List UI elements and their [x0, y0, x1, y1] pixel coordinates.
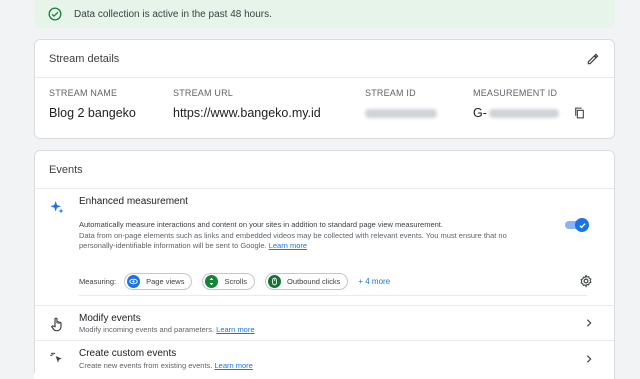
touch-hand-icon — [50, 317, 62, 332]
modify-learn-more-link[interactable]: Learn more — [216, 325, 254, 334]
enhanced-desc-line-3: personally-identifiable information will… — [79, 241, 549, 252]
divider — [79, 295, 587, 296]
custom-events-desc: Create new events from existing events. — [79, 361, 213, 370]
modify-events-title: Modify events — [79, 313, 141, 324]
measurement-id-field: MEASUREMENT ID G- — [473, 88, 586, 121]
stream-name-field: STREAM NAME Blog 2 bangeko — [49, 88, 173, 121]
custom-events-description: Create new events from existing events. … — [79, 361, 253, 372]
enhanced-learn-more-link[interactable]: Learn more — [269, 241, 307, 250]
chip-scrolls-label: Scrolls — [224, 276, 247, 286]
measurement-id-value: G- — [473, 105, 586, 121]
stream-details-title: Stream details — [49, 52, 120, 65]
click-cursor-icon — [50, 352, 62, 363]
events-title: Events — [49, 163, 83, 176]
toggle-knob — [575, 218, 589, 232]
stream-id-field: STREAM ID — [365, 88, 473, 121]
measuring-row: Measuring: Page views Scrolls Outbound c… — [79, 269, 609, 293]
stream-id-label: STREAM ID — [365, 88, 416, 98]
bottom-edge — [34, 373, 88, 379]
custom-learn-more-link[interactable]: Learn more — [215, 361, 253, 370]
modify-events-desc: Modify incoming events and parameters. — [79, 325, 215, 334]
enhanced-desc-2: Data from on-page elements such as links… — [79, 230, 507, 240]
modify-events-row[interactable]: Modify events Modify incoming events and… — [35, 305, 614, 339]
enhanced-desc-3: personally-identifiable information will… — [79, 241, 267, 250]
modify-events-description: Modify incoming events and parameters. L… — [79, 325, 255, 336]
chevron-right-icon — [586, 319, 592, 327]
chip-outbound-clicks: Outbound clicks — [264, 272, 349, 290]
chip-page-views-label: Page views — [146, 276, 185, 286]
custom-events-row[interactable]: Create custom events Create new events f… — [35, 340, 614, 379]
status-banner: Data collection is active in the past 48… — [34, 0, 615, 28]
enhanced-toggle[interactable] — [565, 218, 589, 232]
stream-url-label: STREAM URL — [173, 88, 234, 98]
chip-scrolls: Scrolls — [202, 272, 255, 290]
chip-page-views: Page views — [124, 272, 193, 290]
events-header: Events — [35, 151, 614, 189]
stream-fields: STREAM NAME Blog 2 bangeko STREAM URL ht… — [35, 78, 614, 121]
sparkle-icon — [50, 201, 64, 214]
measuring-label: Measuring: — [79, 276, 117, 286]
more-chips-link[interactable]: + 4 more — [358, 277, 390, 286]
stream-name-value: Blog 2 bangeko — [49, 106, 136, 120]
enhanced-title: Enhanced measurement — [79, 196, 188, 207]
toggle-check-icon — [578, 222, 586, 228]
chip-outbound-clicks-label: Outbound clicks — [286, 276, 341, 286]
chevron-right-icon — [586, 355, 592, 363]
measurement-id-label: MEASUREMENT ID — [473, 88, 558, 98]
eye-icon — [127, 274, 141, 288]
pencil-icon[interactable] — [586, 52, 600, 66]
stream-name-label: STREAM NAME — [49, 88, 118, 98]
banner-text: Data collection is active in the past 48… — [74, 8, 272, 20]
stream-id-value — [365, 105, 473, 121]
events-card: Events Enhanced measurement Automaticall… — [34, 150, 615, 379]
measurement-id-prefix: G- — [473, 106, 487, 120]
scroll-icon — [205, 274, 219, 288]
stream-details-card: Stream details STREAM NAME Blog 2 bangek… — [34, 39, 615, 139]
custom-events-title: Create custom events — [79, 348, 177, 359]
enhanced-description: Automatically measure interactions and c… — [79, 220, 549, 252]
stream-url-field: STREAM URL https://www.bangeko.my.id — [173, 88, 365, 121]
check-circle-icon — [48, 7, 62, 21]
redacted-stream-id — [365, 108, 437, 118]
stream-details-header: Stream details — [35, 40, 614, 78]
settings-gear-icon[interactable] — [579, 274, 593, 288]
enhanced-desc-1: Automatically measure interactions and c… — [79, 220, 443, 229]
redacted-measurement-id — [488, 108, 559, 118]
copy-icon[interactable] — [573, 106, 586, 120]
stream-url-value: https://www.bangeko.my.id — [173, 106, 321, 120]
mouse-icon — [267, 274, 281, 288]
